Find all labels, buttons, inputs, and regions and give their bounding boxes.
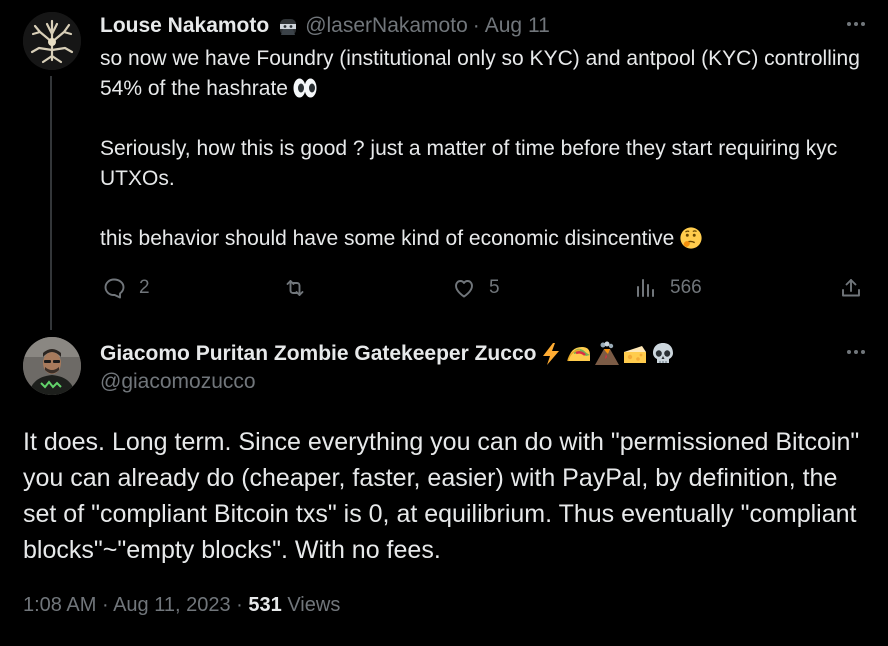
- avatar[interactable]: [23, 337, 81, 395]
- author-handle[interactable]: @laserNakamoto: [305, 14, 468, 38]
- reply-icon: [104, 278, 125, 299]
- tweet-header: Giacomo Puritan Zombie Gatekeeper Zucco: [100, 340, 676, 368]
- tweet-meta: 1:08 AM · Aug 11, 2023 · 531 Views: [23, 594, 340, 617]
- share-button[interactable]: [839, 272, 863, 304]
- heart-icon: [455, 280, 473, 298]
- reply-button[interactable]: 2: [102, 272, 150, 304]
- view-count: 566: [670, 277, 702, 298]
- skull-emoji-icon: [653, 343, 674, 363]
- more-options-icon[interactable]: [847, 14, 865, 34]
- name-emojis: [538, 341, 676, 367]
- thread-connector-line: [50, 76, 52, 330]
- views-count: 531: [248, 594, 282, 616]
- tweet-paragraph: Seriously, how this is good ? just a mat…: [100, 137, 838, 190]
- cheese-emoji-icon: [624, 346, 647, 363]
- reply-count: 2: [139, 277, 150, 298]
- conversation-thread: Louse Nakamoto @laserNakamoto · Aug 11 s…: [0, 0, 888, 646]
- avatar[interactable]: [23, 12, 81, 70]
- tweet-date[interactable]: Aug 11: [485, 14, 550, 38]
- like-count: 5: [489, 277, 500, 298]
- like-button[interactable]: 5: [452, 272, 500, 304]
- tweet-paragraph: this behavior should have some kind of e…: [100, 224, 860, 254]
- repost-icon: [286, 280, 304, 296]
- tweet-text: It does. Long term. Since everything you…: [23, 428, 860, 564]
- eyes-emoji-icon: [292, 76, 318, 100]
- volcano-emoji-icon: [595, 341, 620, 365]
- thinking-face-emoji-icon: [678, 226, 704, 250]
- separator-dot: ·: [101, 594, 109, 616]
- analytics-icon: [637, 279, 654, 297]
- ninja-emoji-icon: [277, 16, 299, 38]
- taco-emoji-icon: [567, 347, 591, 362]
- views-button[interactable]: 566: [633, 272, 702, 304]
- tweet-paragraph: so now we have Foundry (institutional on…: [100, 44, 860, 104]
- author-name[interactable]: Louse Nakamoto: [100, 14, 269, 38]
- more-options-icon[interactable]: [847, 342, 865, 362]
- views-label: Views: [287, 594, 341, 616]
- lightning-emoji-icon: [543, 343, 560, 365]
- tweet-header: Louse Nakamoto @laserNakamoto · Aug 11: [100, 12, 550, 40]
- tweet-time[interactable]: 1:08 AM: [23, 594, 96, 616]
- tweet-actions: 2 5 566: [100, 272, 870, 304]
- separator-dot: ·: [472, 14, 480, 37]
- tweet-text-line: so now we have Foundry (institutional on…: [100, 47, 860, 100]
- tweet-text-line: this behavior should have some kind of e…: [100, 227, 675, 250]
- author-name[interactable]: Giacomo Puritan Zombie Gatekeeper Zucco: [100, 342, 536, 366]
- tweet-full-date[interactable]: Aug 11, 2023: [113, 594, 231, 616]
- tweet-text: so now we have Foundry (institutional on…: [100, 44, 860, 254]
- separator-dot: ·: [236, 594, 243, 616]
- author-handle[interactable]: @giacomozucco: [100, 370, 256, 394]
- share-icon: [842, 279, 860, 297]
- repost-button[interactable]: [283, 272, 320, 304]
